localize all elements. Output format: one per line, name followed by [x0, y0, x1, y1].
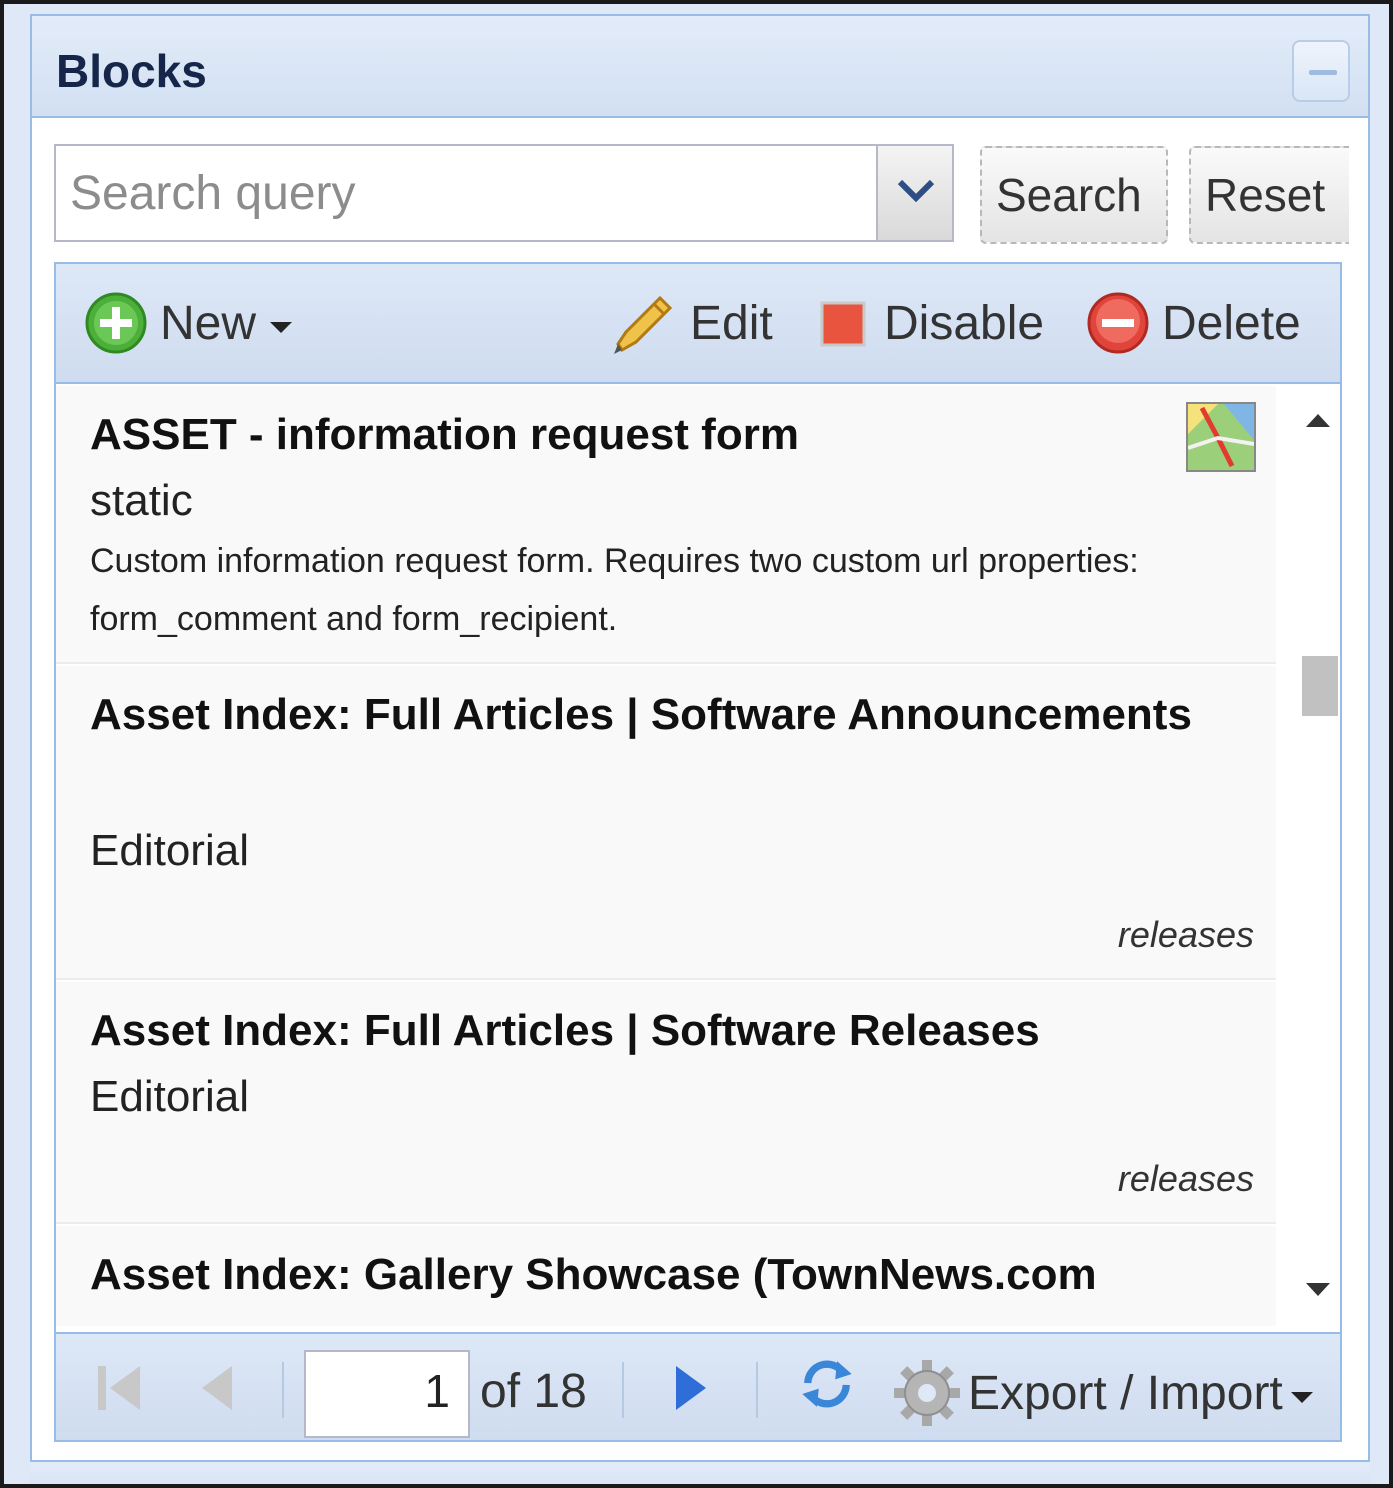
caret-down-icon	[270, 321, 293, 333]
edit-button[interactable]: Edit	[608, 288, 773, 358]
pencil-icon	[614, 295, 673, 354]
panel-title: Blocks	[56, 45, 207, 97]
gear-icon	[894, 1360, 960, 1426]
scroll-down-icon[interactable]	[1306, 1283, 1330, 1296]
add-circle-icon	[85, 292, 147, 354]
row-title: ASSET - information request form	[90, 410, 799, 459]
delete-label: Delete	[1162, 296, 1301, 350]
panel-header: Blocks	[32, 16, 1368, 118]
disable-button[interactable]: Disable	[816, 288, 1044, 358]
collapse-button[interactable]	[1292, 40, 1350, 102]
scroll-up-icon[interactable]	[1306, 414, 1330, 427]
vertical-scrollbar[interactable]	[1294, 386, 1340, 1326]
row-type: static	[90, 476, 193, 525]
blocks-grid: New Edit Disable Delete ASSET - informat…	[54, 262, 1342, 1442]
page-count: of 18	[480, 1365, 587, 1418]
disable-label: Disable	[884, 296, 1045, 350]
separator	[756, 1362, 758, 1418]
first-page-icon[interactable]	[92, 1356, 148, 1420]
stop-square-icon	[820, 301, 866, 347]
reset-button[interactable]: Reset	[1189, 146, 1349, 244]
row-tag: releases	[1117, 914, 1254, 955]
delete-button[interactable]: Delete	[1086, 288, 1301, 358]
row-type: Editorial	[90, 1072, 249, 1121]
page-number-input[interactable]: 1	[304, 1350, 470, 1438]
next-page-icon[interactable]	[668, 1356, 712, 1420]
export-import-button[interactable]: Export / Import	[892, 1358, 1313, 1428]
edit-label: Edit	[690, 296, 773, 350]
search-input[interactable]	[56, 146, 876, 240]
scroll-thumb[interactable]	[1302, 656, 1338, 716]
separator	[282, 1362, 284, 1418]
row-tag: releases	[1117, 1158, 1254, 1199]
window-frame: Blocks Search Reset	[0, 0, 1393, 1488]
blocks-panel: Blocks Search Reset	[30, 14, 1370, 1484]
blocks-list: ASSET - information request form static …	[56, 386, 1296, 1326]
caret-down-icon	[1290, 1391, 1313, 1403]
separator	[622, 1362, 624, 1418]
list-item[interactable]: Asset Index: Full Articles | Software An…	[56, 666, 1276, 980]
refresh-icon[interactable]	[792, 1352, 862, 1416]
prev-page-icon[interactable]	[196, 1356, 240, 1420]
minus-icon	[1309, 70, 1337, 75]
next-panel-header	[30, 1460, 1370, 1484]
row-title: Asset Index: Gallery Showcase (TownNews.…	[90, 1250, 1097, 1299]
map-icon[interactable]	[1186, 402, 1256, 472]
list-item[interactable]: Asset Index: Gallery Showcase (TownNews.…	[56, 1226, 1276, 1326]
row-type: Editorial	[90, 826, 249, 875]
grid-toolbar: New Edit Disable Delete	[56, 264, 1340, 384]
export-import-label: Export / Import	[968, 1366, 1283, 1420]
list-item[interactable]: ASSET - information request form static …	[56, 386, 1276, 664]
new-label: New	[160, 296, 257, 350]
list-item[interactable]: Asset Index: Full Articles | Software Re…	[56, 982, 1276, 1224]
new-button[interactable]: New	[84, 288, 293, 358]
paging-toolbar: 1 of 18 Export / Import	[56, 1332, 1340, 1440]
remove-circle-icon	[1087, 292, 1149, 354]
search-combo	[54, 144, 954, 242]
row-title: Asset Index: Full Articles | Software Re…	[90, 1006, 1040, 1055]
search-button[interactable]: Search	[980, 146, 1168, 244]
chevron-down-icon	[897, 179, 935, 203]
row-title: Asset Index: Full Articles | Software An…	[90, 690, 1192, 739]
row-description: Custom information request form. Require…	[90, 542, 1139, 638]
search-dropdown-trigger[interactable]	[876, 146, 952, 240]
